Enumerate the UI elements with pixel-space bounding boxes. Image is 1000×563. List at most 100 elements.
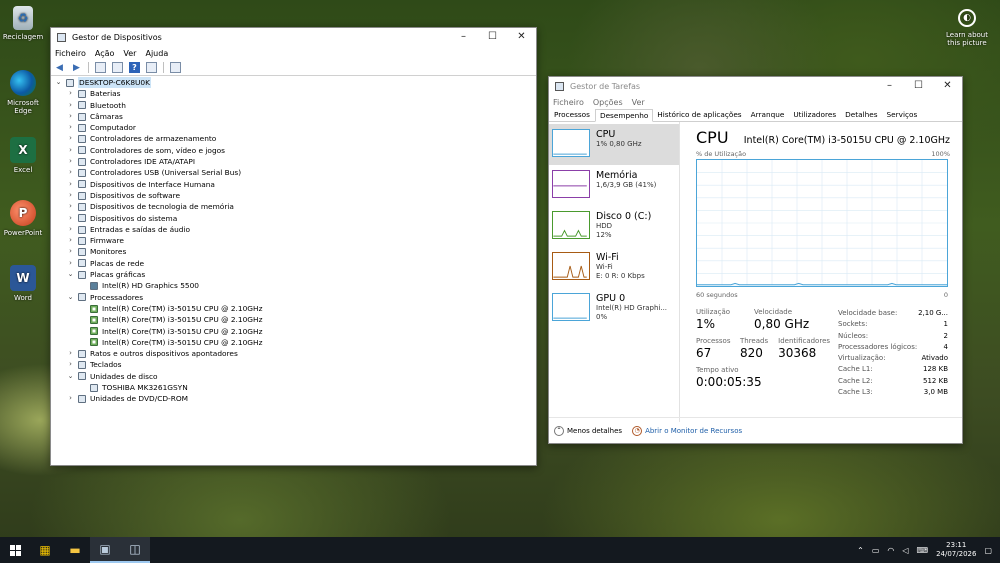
tree-node[interactable]: › Dispositivos de software — [51, 190, 536, 201]
resource-monitor-link[interactable]: ◔ Abrir o Monitor de Recursos — [632, 425, 742, 436]
tree-node[interactable]: › Monitores — [51, 246, 536, 257]
tab-detalhes[interactable]: Detalhes — [841, 109, 882, 121]
volume-icon[interactable]: ◁ — [902, 546, 908, 555]
chevron-right-icon[interactable]: › — [66, 235, 75, 246]
chevron-right-icon[interactable]: › — [66, 246, 75, 257]
tree-node[interactable]: › Dispositivos de Interface Humana — [51, 179, 536, 190]
tree-node[interactable]: ⌄ Unidades de disco — [51, 371, 536, 382]
tree-root[interactable]: ⌄ DESKTOP-C6K8U0K — [51, 77, 536, 89]
taskbar-app-widgets[interactable]: ▦ — [30, 537, 60, 563]
back-arrow-icon[interactable]: ◀ — [54, 62, 65, 73]
menu-view[interactable]: Ver — [632, 98, 645, 107]
chevron-right-icon[interactable]: › — [66, 122, 75, 133]
menu-file[interactable]: Ficheiro — [55, 49, 86, 58]
tree-node[interactable]: › Controladores IDE ATA/ATAPI — [51, 156, 536, 167]
network-icon[interactable]: ◠ — [887, 546, 894, 555]
tab-utilizadores[interactable]: Utilizadores — [789, 109, 841, 121]
chevron-right-icon[interactable]: › — [66, 133, 75, 144]
learn-about-picture[interactable]: ◐ Learn about this picture — [940, 9, 994, 47]
menu-options[interactable]: Opções — [593, 98, 623, 107]
tree-node[interactable]: › Controladores USB (Universal Serial Bus… — [51, 167, 536, 178]
tree-node[interactable]: › Firmware — [51, 235, 536, 246]
tree-node[interactable]: › Bluetooth — [51, 100, 536, 111]
tree-node[interactable]: ⌄ Placas gráficas — [51, 269, 536, 280]
chevron-right-icon[interactable]: › — [66, 145, 75, 156]
chevron-up-icon[interactable]: ⌃ — [857, 546, 864, 555]
tree-node[interactable]: › Entradas e saídas de áudio — [51, 224, 536, 235]
close-button[interactable]: ✕ — [507, 28, 536, 46]
desktop-icon-powerpoint[interactable]: P PowerPoint — [0, 200, 46, 237]
tree-node[interactable]: › Teclados — [51, 359, 536, 370]
tree-node[interactable]: › Baterias — [51, 88, 536, 99]
tree-node[interactable]: › Unidades de DVD/CD-ROM — [51, 393, 536, 404]
help-icon[interactable]: ? — [129, 62, 140, 73]
tree-node[interactable]: › Câmaras — [51, 111, 536, 122]
properties-list-icon[interactable] — [95, 62, 106, 73]
tab-desempenho[interactable]: Desempenho — [594, 109, 654, 122]
chevron-right-icon[interactable]: › — [66, 224, 75, 235]
chevron-right-icon[interactable]: › — [66, 167, 75, 178]
forward-arrow-icon[interactable]: ▶ — [71, 62, 82, 73]
tree-node[interactable]: Intel(R) Core(TM) i3-5015U CPU @ 2.10GHz — [51, 326, 536, 337]
taskbar-app-device-manager[interactable]: ▣ — [90, 537, 120, 563]
chevron-right-icon[interactable]: › — [66, 100, 75, 111]
tree-node[interactable]: › Controladores de armazenamento — [51, 133, 536, 144]
battery-icon[interactable]: ▭ — [872, 546, 880, 555]
sidebar-item-disk[interactable]: Disco 0 (C:) HDD 12% — [549, 206, 679, 247]
tree-node[interactable]: Intel(R) Core(TM) i3-5015U CPU @ 2.10GHz — [51, 314, 536, 325]
tab-arranque[interactable]: Arranque — [747, 109, 790, 121]
tree-node[interactable]: › Controladores de som, vídeo e jogos — [51, 145, 536, 156]
minimize-button[interactable]: – — [449, 28, 478, 46]
maximize-button[interactable]: ☐ — [478, 28, 507, 46]
chevron-down-icon[interactable]: ⌄ — [66, 371, 75, 382]
chevron-right-icon[interactable]: › — [66, 258, 75, 269]
tree-view-icon[interactable] — [112, 62, 123, 73]
close-button[interactable]: ✕ — [933, 77, 962, 95]
minimize-button[interactable]: – — [875, 77, 904, 95]
monitor-scan-icon[interactable] — [170, 62, 181, 73]
chevron-right-icon[interactable]: › — [66, 348, 75, 359]
sidebar-item-memory[interactable]: Memória 1,6/3,9 GB (41%) — [549, 165, 679, 206]
menu-action[interactable]: Ação — [95, 49, 115, 58]
menu-view[interactable]: Ver — [123, 49, 136, 58]
tree-node[interactable]: › Dispositivos de tecnologia de memória — [51, 201, 536, 212]
tab-servicos[interactable]: Serviços — [883, 109, 923, 121]
chevron-right-icon[interactable]: › — [66, 213, 75, 224]
tree-node[interactable]: › Placas de rede — [51, 258, 536, 269]
tab-processos[interactable]: Processos — [550, 109, 595, 121]
chevron-right-icon[interactable]: › — [66, 393, 75, 404]
taskbar-app-explorer[interactable]: ▬ — [60, 537, 90, 563]
menu-help[interactable]: Ajuda — [145, 49, 168, 58]
chevron-down-icon[interactable]: ⌄ — [66, 292, 75, 303]
maximize-button[interactable]: ☐ — [904, 77, 933, 95]
chevron-right-icon[interactable]: › — [66, 111, 75, 122]
sidebar-item-gpu[interactable]: GPU 0 Intel(R) HD Graphi... 0% — [549, 288, 679, 329]
desktop-icon-recycle-bin[interactable]: ♻ Reciclagem — [0, 6, 46, 41]
chevron-down-icon[interactable]: ⌄ — [66, 269, 75, 280]
tree-node[interactable]: Intel(R) HD Graphics 5500 — [51, 280, 536, 291]
chevron-right-icon[interactable]: › — [66, 156, 75, 167]
desktop-icon-word[interactable]: W Word — [0, 265, 46, 302]
notifications-icon[interactable]: ▢ — [984, 546, 992, 555]
sidebar-item-cpu[interactable]: CPU 1% 0,80 GHz — [549, 124, 679, 165]
chevron-right-icon[interactable]: › — [66, 179, 75, 190]
tree-node[interactable]: TOSHIBA MK3261GSYN — [51, 382, 536, 393]
chevron-right-icon[interactable]: › — [66, 359, 75, 370]
tree-node[interactable]: › Computador — [51, 122, 536, 133]
chevron-right-icon[interactable]: › — [66, 88, 75, 99]
chevron-right-icon[interactable]: › — [66, 201, 75, 212]
taskbar-app-task-manager[interactable]: ◫ — [120, 537, 150, 563]
chevron-right-icon[interactable]: › — [66, 190, 75, 201]
fewer-details-button[interactable]: ⌃ Menos detalhes — [554, 425, 622, 436]
tree-node[interactable]: › Ratos e outros dispositivos apontadores — [51, 348, 536, 359]
clock[interactable]: 23:11 24/07/2026 — [936, 541, 976, 559]
start-button[interactable] — [0, 537, 30, 563]
tree-node[interactable]: › Dispositivos do sistema — [51, 213, 536, 224]
desktop-icon-edge[interactable]: Microsoft Edge — [0, 70, 46, 115]
tree-node[interactable]: Intel(R) Core(TM) i3-5015U CPU @ 2.10GHz — [51, 337, 536, 348]
sidebar-item-wifi[interactable]: Wi-Fi Wi-Fi E: 0 R: 0 Kbps — [549, 247, 679, 288]
desktop-icon-excel[interactable]: X Excel — [0, 137, 46, 174]
tree-node[interactable]: Intel(R) Core(TM) i3-5015U CPU @ 2.10GHz — [51, 303, 536, 314]
menu-file[interactable]: Ficheiro — [553, 98, 584, 107]
keyboard-icon[interactable]: ⌨ — [917, 546, 929, 555]
